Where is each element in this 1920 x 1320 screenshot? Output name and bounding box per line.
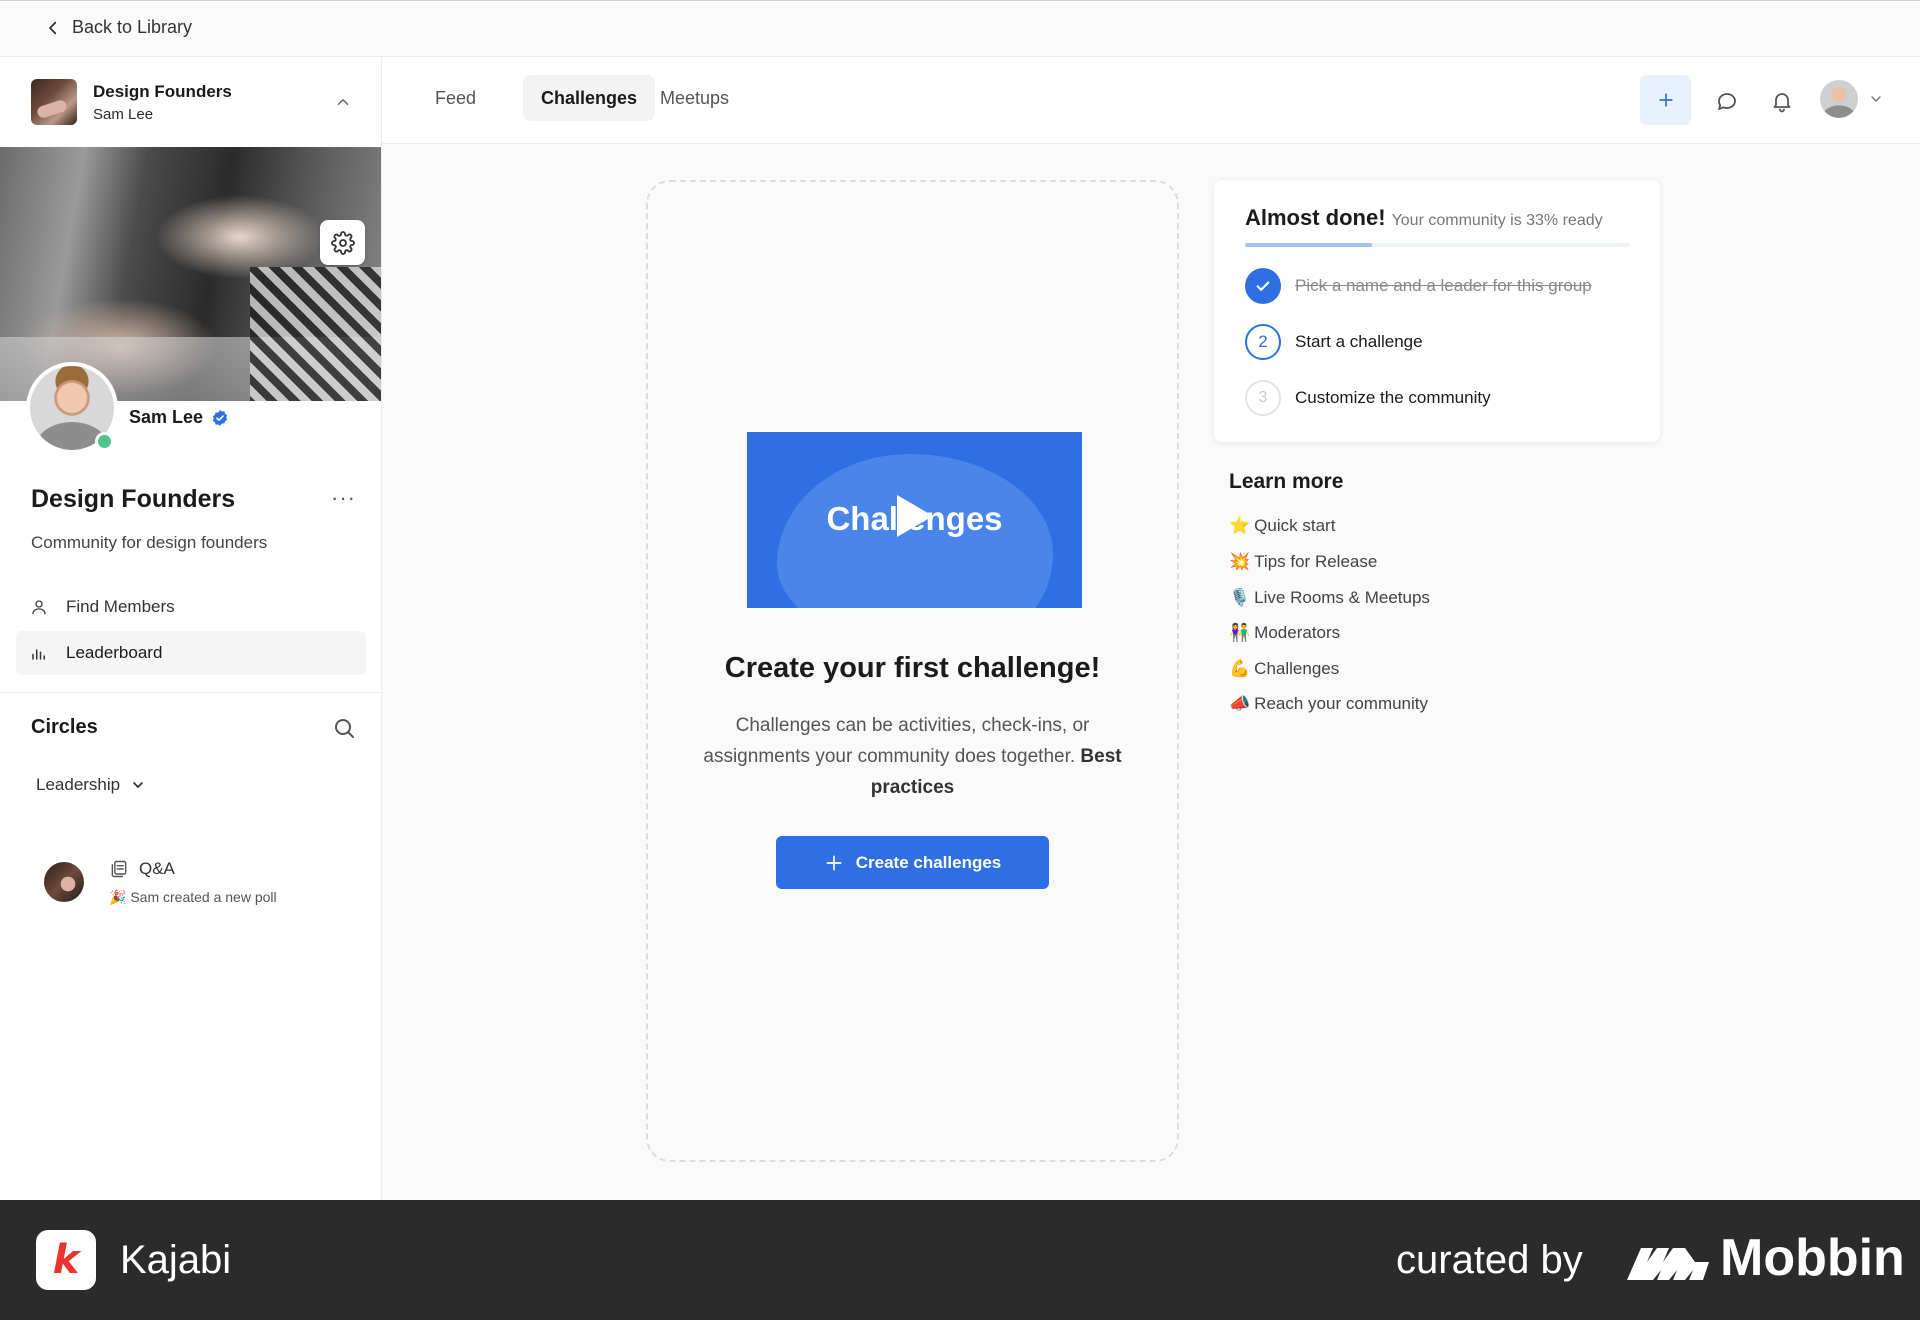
learn-link-label: Reach your community (1254, 694, 1429, 713)
group-description: Community for design founders (31, 533, 268, 552)
learn-link-live-rooms[interactable]: 🎙️ Live Rooms & Meetups (1229, 588, 1430, 608)
play-icon[interactable] (897, 495, 933, 537)
sidebar-item-label: Leaderboard (66, 643, 163, 662)
chevron-down-icon[interactable] (1868, 91, 1884, 107)
star-icon: ⭐ (1229, 516, 1251, 535)
progress-bar (1245, 243, 1630, 247)
kajabi-logo-letter: k (52, 1237, 80, 1283)
people-icon: 👫 (1229, 623, 1251, 642)
cover-image (0, 147, 381, 401)
circle-dropdown-value: Leadership (36, 775, 121, 794)
step-customize-community[interactable]: 3 Customize the community (1245, 380, 1491, 416)
collision-icon: 💥 (1229, 552, 1251, 571)
feed-title: Q&A (139, 859, 175, 878)
back-label: Back to Library (72, 17, 193, 37)
empty-state-title: Create your first challenge! (724, 652, 1101, 684)
community-name: Design Founders (93, 81, 232, 101)
step-pick-name[interactable]: Pick a name and a leader for this group (1245, 268, 1592, 304)
progress-subtitle: Your community is 33% ready (1391, 212, 1603, 229)
megaphone-icon: 📣 (1229, 694, 1251, 713)
group-title: Design Founders (31, 485, 236, 513)
circle-feed-item[interactable]: Q&A 🎉 Sam created a new poll (44, 847, 364, 917)
challenges-video[interactable]: Challenges (747, 432, 1082, 608)
learn-link-label: Quick start (1254, 516, 1336, 535)
plus-icon (826, 855, 842, 870)
create-challenges-label: Create challenges (855, 852, 1002, 872)
main-header: Feed Challenges Meetups (382, 57, 1920, 144)
create-challenges-button[interactable]: Create challenges (776, 836, 1049, 889)
learn-link-label: Challenges (1254, 659, 1340, 678)
onboarding-progress-card: Almost done! Your community is 33% ready… (1214, 180, 1660, 442)
sidebar-divider (0, 692, 381, 693)
search-icon[interactable] (332, 716, 356, 740)
step-label: Start a challenge (1295, 332, 1423, 351)
empty-state-description: Challenges can be activities, check-ins,… (688, 710, 1137, 803)
learn-link-label: Live Rooms & Meetups (1254, 588, 1430, 607)
online-status-dot (95, 432, 114, 451)
circles-title: Circles (31, 716, 98, 738)
microphone-icon: 🎙️ (1229, 588, 1251, 607)
kajabi-logo-icon: k (36, 1230, 96, 1290)
add-button[interactable] (1640, 75, 1691, 125)
circle-dropdown[interactable]: Leadership (36, 775, 146, 795)
chevron-left-icon (49, 21, 57, 34)
curator-name: Mobbin (1720, 1229, 1905, 1287)
learn-link-moderators[interactable]: 👫 Moderators (1229, 623, 1340, 643)
cover-settings-button[interactable] (320, 220, 365, 265)
learn-link-tips-for-release[interactable]: 💥 Tips for Release (1229, 552, 1377, 572)
sidebar: Design Founders Sam Lee Sam Lee Design F… (0, 57, 382, 1200)
chat-icon[interactable] (1715, 89, 1739, 113)
user-avatar[interactable] (1820, 80, 1858, 118)
feed-title-row: Q&A (109, 859, 175, 879)
verified-badge-icon (211, 409, 229, 427)
community-thumbnail (31, 79, 77, 125)
sidebar-item-leaderboard[interactable]: Leaderboard (16, 631, 366, 675)
sidebar-item-label: Find Members (66, 597, 175, 616)
progress-bar-fill (1245, 243, 1373, 247)
learn-link-reach-community[interactable]: 📣 Reach your community (1229, 694, 1428, 714)
feed-subtitle: 🎉 Sam created a new poll (109, 889, 277, 905)
learn-link-label: Moderators (1254, 623, 1341, 642)
step-label: Pick a name and a leader for this group (1295, 276, 1592, 295)
profile-name-row: Sam Lee (129, 407, 229, 428)
step-number: 2 (1245, 324, 1281, 360)
learn-link-label: Tips for Release (1254, 552, 1378, 571)
step-label: Customize the community (1295, 388, 1491, 407)
document-icon (111, 860, 127, 878)
top-bar: Back to Library (0, 0, 1920, 57)
empty-state-text: Challenges can be activities, check-ins,… (703, 715, 1090, 767)
challenges-empty-state: Challenges Create your first challenge! … (646, 180, 1179, 1162)
learn-link-quick-start[interactable]: ⭐ Quick start (1229, 516, 1335, 536)
community-switcher[interactable]: Design Founders Sam Lee (0, 57, 381, 147)
tab-feed[interactable]: Feed (417, 75, 494, 121)
profile-name: Sam Lee (129, 407, 204, 427)
chevron-down-icon (133, 782, 143, 788)
bell-icon[interactable] (1770, 89, 1794, 113)
learn-more-title: Learn more (1229, 470, 1344, 493)
step-number: 3 (1245, 380, 1281, 416)
tab-meetups[interactable]: Meetups (642, 75, 747, 121)
user-icon (32, 600, 46, 615)
curated-by-label: curated by (1396, 1238, 1583, 1282)
flexed-biceps-icon: 💪 (1229, 659, 1251, 678)
chevron-up-icon[interactable] (334, 93, 352, 111)
community-owner: Sam Lee (93, 105, 154, 123)
footer-banner: k Kajabi curated by Mobbin (0, 1200, 1920, 1320)
bar-chart-icon (32, 649, 45, 660)
learn-link-challenges[interactable]: 💪 Challenges (1229, 659, 1339, 679)
check-circle-icon (1245, 268, 1281, 304)
tab-challenges[interactable]: Challenges (523, 75, 656, 121)
back-to-library-link[interactable]: Back to Library (44, 17, 192, 38)
plus-icon (1658, 93, 1673, 107)
progress-title: Almost done! (1245, 205, 1386, 230)
gear-icon (330, 230, 355, 255)
step-start-challenge[interactable]: 2 Start a challenge (1245, 324, 1423, 360)
more-options-icon[interactable]: ··· (331, 485, 356, 511)
sidebar-item-find-members[interactable]: Find Members (16, 585, 366, 629)
mobbin-logo-icon (1627, 1248, 1709, 1280)
brand-name: Kajabi (120, 1238, 232, 1282)
feed-avatar (44, 862, 84, 902)
